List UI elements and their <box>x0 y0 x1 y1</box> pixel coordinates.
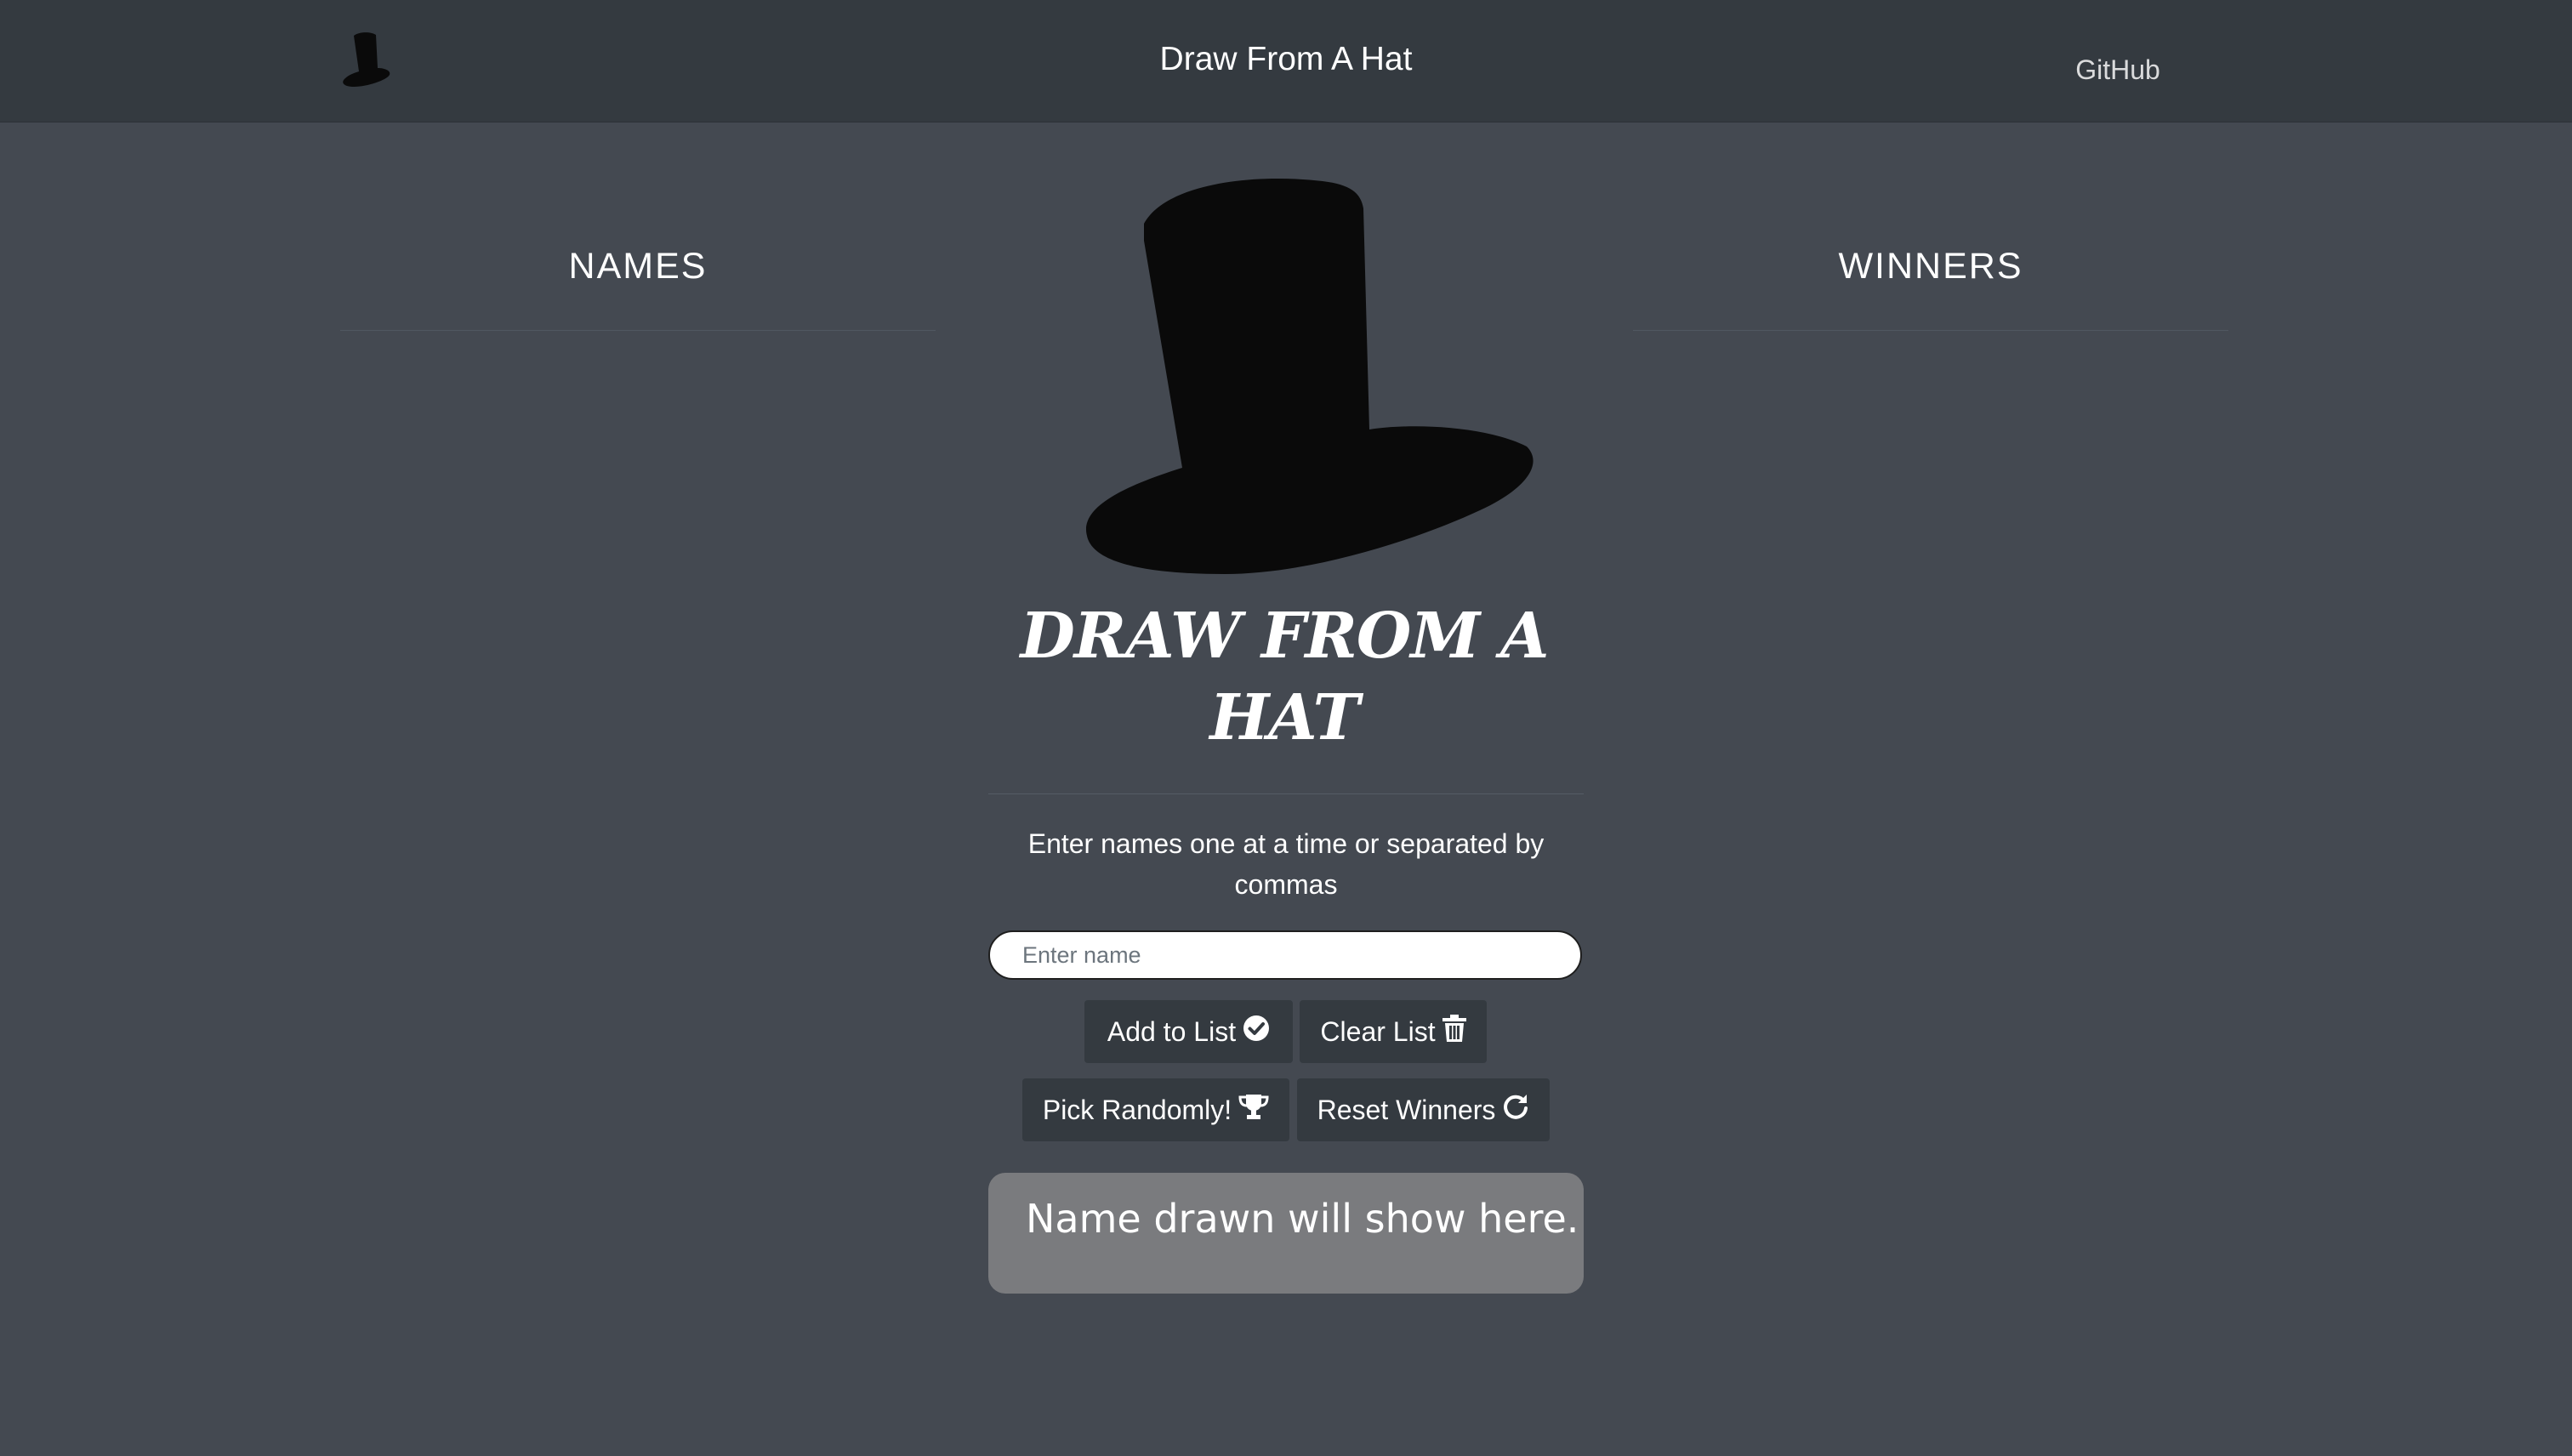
name-input[interactable] <box>988 930 1582 980</box>
names-divider <box>340 330 936 331</box>
names-list <box>340 340 936 1361</box>
github-link[interactable]: GitHub <box>2024 51 2211 88</box>
hero-title: DRAW FROM A HAT <box>1020 600 1550 754</box>
result-text: Name drawn will show here. <box>1026 1196 1579 1242</box>
check-circle-icon <box>1243 1001 1270 1064</box>
winners-heading: WINNERS <box>1838 246 2023 287</box>
center-divider <box>988 793 1584 794</box>
clear-list-label: Clear List <box>1320 1016 1436 1047</box>
page: Draw From A Hat GitHub NAMES WINNERS DRA… <box>0 0 2572 1456</box>
trophy-icon <box>1238 1079 1269 1142</box>
names-heading: NAMES <box>568 246 708 287</box>
result-display: Name drawn will show here. <box>988 1173 1584 1294</box>
winners-divider <box>1633 330 2228 331</box>
top-hat-icon <box>1085 178 1534 574</box>
navbar: Draw From A Hat GitHub <box>0 0 2572 122</box>
clear-list-button[interactable]: Clear List <box>1300 1000 1487 1063</box>
reset-winners-label: Reset Winners <box>1317 1095 1496 1125</box>
pick-randomly-label: Pick Randomly! <box>1042 1095 1232 1125</box>
instructions-text: Enter names one at a time or separated b… <box>1027 828 1545 900</box>
add-to-list-button[interactable]: Add to List <box>1084 1000 1293 1063</box>
trash-icon <box>1442 1001 1466 1064</box>
winners-list <box>1633 340 2228 1361</box>
reset-winners-button[interactable]: Reset Winners <box>1297 1078 1550 1141</box>
redo-icon <box>1502 1079 1529 1142</box>
add-to-list-label: Add to List <box>1107 1016 1237 1047</box>
pick-randomly-button[interactable]: Pick Randomly! <box>1022 1078 1289 1141</box>
